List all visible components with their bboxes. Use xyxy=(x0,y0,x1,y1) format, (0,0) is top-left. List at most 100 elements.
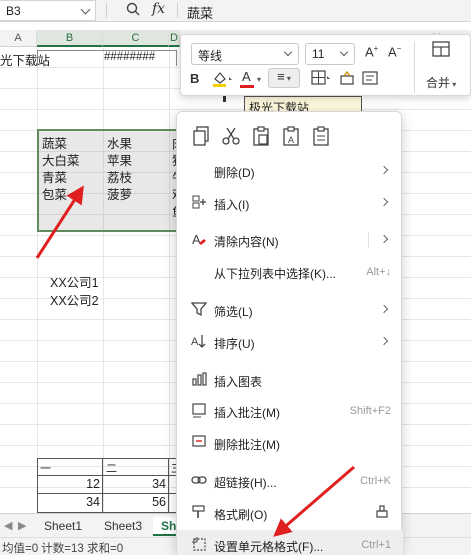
fx-icon[interactable]: fx xyxy=(152,1,165,17)
chevron-down-icon[interactable] xyxy=(80,4,91,15)
insert-icon xyxy=(190,194,208,212)
formula-input[interactable]: 蔬菜 xyxy=(187,3,213,22)
font-color-letter: A xyxy=(242,69,251,84)
svg-text:A: A xyxy=(191,336,199,348)
align-button[interactable]: ≡ ▾ xyxy=(268,68,300,88)
bold-button[interactable]: B xyxy=(190,71,199,86)
divider xyxy=(414,41,415,93)
menu-item-shortcut: Shift+F2 xyxy=(349,405,391,417)
menu-item-insert-comment[interactable]: 插入批注(M) Shift+F2 xyxy=(177,396,403,426)
cell-b11[interactable]: XX公司1 xyxy=(50,272,99,291)
menu-item-label: 从下拉列表中选择(K)... xyxy=(214,267,336,281)
paste-special-icon[interactable] xyxy=(311,126,331,148)
menu-item-label: 插入批注(M) xyxy=(214,406,280,420)
clipboard-actions: A xyxy=(177,118,403,156)
borders-icon[interactable] xyxy=(311,70,333,89)
cell-b12[interactable]: XX公司2 xyxy=(50,290,99,309)
next-sheet-icon[interactable]: ▶ xyxy=(18,519,26,532)
menu-item-insert-chart[interactable]: 插入图表 xyxy=(177,365,403,395)
formula-bar: B3 fx 蔬菜 xyxy=(0,0,471,22)
format-icon[interactable] xyxy=(361,70,379,89)
name-box[interactable]: B3 xyxy=(0,0,96,21)
menu-item-delete-comment[interactable]: 删除批注(M) xyxy=(177,428,403,458)
menu-item-insert[interactable]: 插入(I) xyxy=(177,188,403,218)
cell-style-icon[interactable] xyxy=(338,70,356,89)
table-cell[interactable]: 34 xyxy=(104,477,166,491)
menu-item-format-painter[interactable]: 格式刷(O) xyxy=(177,498,403,528)
table-cell[interactable]: 56 xyxy=(104,495,166,509)
align-icon: ≡ xyxy=(277,69,285,84)
fill-color-icon[interactable] xyxy=(211,70,233,91)
bottom-table: 一 二 三 12 34 34 56 xyxy=(37,458,183,514)
menu-item-label: 排序(U) xyxy=(214,337,255,351)
menu-item-label: 删除(D) xyxy=(214,166,255,180)
menu-item-label: 删除批注(M) xyxy=(214,438,280,452)
table-cell[interactable]: 12 xyxy=(38,477,100,491)
cell-b6[interactable]: 包菜 xyxy=(42,184,67,203)
tab-sheet1[interactable]: Sheet1 xyxy=(36,517,90,536)
chevron-right-icon xyxy=(379,336,389,346)
prev-sheet-icon[interactable]: ◀ xyxy=(4,519,12,532)
chart-icon xyxy=(190,371,208,389)
format-cells-icon xyxy=(190,536,208,554)
font-name-select[interactable]: 等线 xyxy=(191,43,299,65)
copy-icon[interactable] xyxy=(191,126,211,148)
cell-c6[interactable]: 菠萝 xyxy=(107,184,132,203)
menu-item-label: 设置单元格格式(F)... xyxy=(214,540,324,554)
insert-comment-icon xyxy=(190,402,208,420)
divider xyxy=(177,3,178,18)
column-header-b[interactable]: B xyxy=(37,30,103,47)
merge-button[interactable]: 合并 ▾ xyxy=(426,74,456,91)
menu-item-label: 超链接(H)... xyxy=(214,476,277,490)
divider xyxy=(106,3,107,18)
menu-item-label: 筛选(L) xyxy=(214,305,253,319)
name-box-value: B3 xyxy=(6,4,21,18)
menu-item-shortcut: Ctrl+1 xyxy=(361,539,391,551)
menu-item-hyperlink[interactable]: 超链接(H)... Ctrl+K xyxy=(177,466,403,496)
paint-bucket-icon[interactable] xyxy=(375,504,389,521)
table-cell[interactable]: 一 xyxy=(40,460,51,476)
tab-sheet3[interactable]: Sheet3 xyxy=(96,517,150,536)
menu-item-clear-contents[interactable]: A 清除内容(N) xyxy=(177,225,403,255)
column-header-c[interactable]: C xyxy=(103,30,169,47)
floating-format-toolbar: 等线 11 A+ A− B A ▾ ≡ ▾ 合并 ▾ xyxy=(180,34,471,96)
cut-icon[interactable] xyxy=(221,126,241,148)
menu-item-shortcut: Alt+↓ xyxy=(366,266,391,278)
cell-a1[interactable]: 光下载站 xyxy=(0,50,50,69)
chevron-down-icon xyxy=(283,47,293,57)
table-icon[interactable] xyxy=(430,41,452,60)
table-cell[interactable]: 二 xyxy=(106,460,117,476)
decrease-font-icon[interactable]: A− xyxy=(388,44,401,59)
chevron-right-icon xyxy=(379,234,389,244)
menu-item-label: 插入(I) xyxy=(214,198,250,212)
filter-icon xyxy=(190,301,208,319)
chevron-down-icon xyxy=(339,47,349,57)
menu-item-pick-from-list[interactable]: 从下拉列表中选择(K)... Alt+↓ xyxy=(177,257,403,287)
menu-item-delete[interactable]: 删除(D) xyxy=(177,156,403,186)
svg-text:A: A xyxy=(288,135,294,145)
delete-comment-icon xyxy=(190,434,208,452)
menu-item-label: 清除内容(N) xyxy=(214,235,279,249)
context-menu: A 删除(D) 插入(I) A 清除内容(N) 从下拉列表中选择(K)... A… xyxy=(176,111,403,555)
chevron-right-icon xyxy=(379,165,389,175)
paste-text-icon[interactable]: A xyxy=(281,126,301,148)
paste-icon[interactable] xyxy=(251,126,271,148)
column-header-a[interactable]: A xyxy=(0,30,37,47)
table-cell[interactable]: 34 xyxy=(38,495,100,509)
menu-item-label: 插入图表 xyxy=(214,375,263,389)
menu-item-label: 格式刷(O) xyxy=(214,508,268,522)
menu-item-sort[interactable]: A 排序(U) xyxy=(177,327,403,357)
chevron-right-icon xyxy=(379,197,389,207)
menu-item-format-cells[interactable]: 设置单元格格式(F)... Ctrl+1 xyxy=(177,530,403,555)
cell-c1[interactable]: ######## xyxy=(104,51,155,63)
divider xyxy=(368,232,369,248)
menu-item-filter[interactable]: 筛选(L) xyxy=(177,295,403,325)
merge-label: 合并 xyxy=(426,76,451,90)
font-size-select[interactable]: 11 xyxy=(305,43,355,65)
svg-text:A: A xyxy=(192,232,201,247)
increase-font-icon[interactable]: A+ xyxy=(365,44,378,59)
font-size-value: 11 xyxy=(312,47,325,61)
zoom-icon[interactable] xyxy=(126,2,140,19)
sort-icon: A xyxy=(190,333,208,351)
column-header-d[interactable]: D xyxy=(169,30,180,47)
